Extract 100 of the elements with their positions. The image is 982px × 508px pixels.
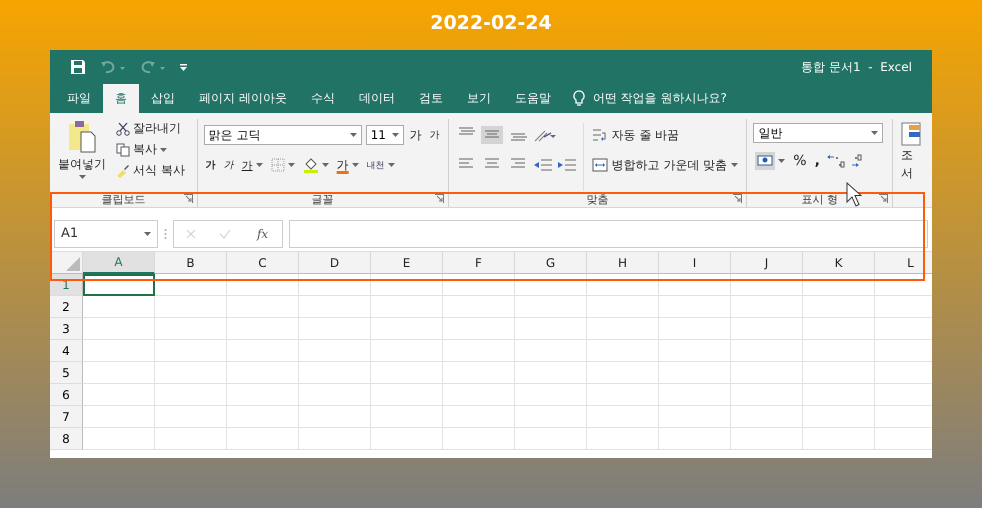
grid-cell[interactable] xyxy=(227,274,299,296)
grid-cell[interactable] xyxy=(515,362,587,384)
grow-font-button[interactable]: 가 xyxy=(408,126,424,144)
grid-cell[interactable] xyxy=(227,428,299,450)
name-box[interactable]: A1 xyxy=(54,220,158,248)
grid-cell[interactable] xyxy=(83,406,155,428)
column-header[interactable]: F xyxy=(443,252,515,274)
grid-cell[interactable] xyxy=(83,296,155,318)
dialog-launcher-icon[interactable] xyxy=(733,194,742,203)
grid-cell[interactable] xyxy=(803,384,875,406)
active-cell[interactable] xyxy=(83,274,155,296)
grid-cell[interactable] xyxy=(515,274,587,296)
grid-cell[interactable] xyxy=(227,318,299,340)
grid-cell[interactable] xyxy=(83,318,155,340)
grid-cell[interactable] xyxy=(659,296,731,318)
row-header[interactable]: 8 xyxy=(50,428,83,450)
column-header[interactable]: E xyxy=(371,252,443,274)
grid-cell[interactable] xyxy=(443,384,515,406)
ribbon-tab[interactable]: 홈 xyxy=(103,84,139,113)
ribbon-tab[interactable]: 데이터 xyxy=(346,84,407,113)
shrink-font-button[interactable]: 가 xyxy=(428,127,442,143)
row-header[interactable]: 2 xyxy=(50,296,83,318)
grid-cell[interactable] xyxy=(227,340,299,362)
ribbon-tab[interactable]: 삽입 xyxy=(139,84,187,113)
grid-cell[interactable] xyxy=(659,362,731,384)
grid-cell[interactable] xyxy=(371,384,443,406)
grid-cell[interactable] xyxy=(227,384,299,406)
grid-cell[interactable] xyxy=(731,428,803,450)
grid-cell[interactable] xyxy=(659,318,731,340)
italic-button[interactable]: 가 xyxy=(222,157,236,173)
grid-cell[interactable] xyxy=(371,428,443,450)
grid-cell[interactable] xyxy=(83,340,155,362)
grid-cell[interactable] xyxy=(155,428,227,450)
grid-cell[interactable] xyxy=(731,362,803,384)
row-header[interactable]: 3 xyxy=(50,318,83,340)
grid-cell[interactable] xyxy=(803,428,875,450)
decrease-indent-icon[interactable] xyxy=(532,158,553,172)
dialog-launcher-icon[interactable] xyxy=(184,194,193,203)
grid-cell[interactable] xyxy=(155,384,227,406)
accounting-format-button[interactable] xyxy=(753,151,788,171)
percent-button[interactable]: % xyxy=(791,152,809,170)
grid-cell[interactable] xyxy=(587,296,659,318)
grid-cell[interactable] xyxy=(731,340,803,362)
column-header[interactable]: A xyxy=(83,252,155,274)
tell-me-field[interactable]: 어떤 작업을 원하시나요? xyxy=(592,90,727,107)
grid-cell[interactable] xyxy=(587,384,659,406)
grid-cell[interactable] xyxy=(731,384,803,406)
column-header[interactable]: J xyxy=(731,252,803,274)
grid-cell[interactable] xyxy=(515,406,587,428)
number-format-dropdown[interactable]: 일반 xyxy=(753,123,884,143)
grid-cell[interactable] xyxy=(587,274,659,296)
grid-cell[interactable] xyxy=(155,318,227,340)
row-header[interactable]: 7 xyxy=(50,406,83,428)
grid-cell[interactable] xyxy=(731,274,803,296)
insert-function-button[interactable]: fx xyxy=(254,226,270,242)
row-header[interactable]: 5 xyxy=(50,362,83,384)
grid-cell[interactable] xyxy=(515,318,587,340)
column-header[interactable]: K xyxy=(803,252,875,274)
bold-button[interactable]: 가 xyxy=(204,157,218,173)
grid-cell[interactable] xyxy=(371,362,443,384)
grid-cell[interactable] xyxy=(155,274,227,296)
grid-cell[interactable] xyxy=(515,384,587,406)
grid-cell[interactable] xyxy=(155,362,227,384)
grid-cell[interactable] xyxy=(299,428,371,450)
grid-cell[interactable] xyxy=(299,406,371,428)
grid-cell[interactable] xyxy=(515,340,587,362)
grid-cell[interactable] xyxy=(83,384,155,406)
grid-cell[interactable] xyxy=(443,428,515,450)
ribbon-tab[interactable]: 페이지 레이아웃 xyxy=(187,84,299,113)
ribbon-tab[interactable]: 파일 xyxy=(55,84,103,113)
ribbon-tab[interactable]: 검토 xyxy=(406,84,455,113)
grid-cell[interactable] xyxy=(227,296,299,318)
font-size-dropdown[interactable]: 11 xyxy=(366,125,404,145)
grid-cell[interactable] xyxy=(155,340,227,362)
grid-cell[interactable] xyxy=(371,274,443,296)
grid-cell[interactable] xyxy=(371,406,443,428)
grid-cell[interactable] xyxy=(659,274,731,296)
grid-cell[interactable] xyxy=(515,428,587,450)
grid-cell[interactable] xyxy=(227,406,299,428)
grid-cell[interactable] xyxy=(227,362,299,384)
column-header[interactable]: I xyxy=(659,252,731,274)
grid-cell[interactable] xyxy=(803,274,875,296)
font-name-dropdown[interactable]: 맑은 고딕 xyxy=(204,125,362,145)
grid-cell[interactable] xyxy=(371,318,443,340)
paste-button[interactable]: 붙여넣기 xyxy=(56,119,108,191)
grid-cell[interactable] xyxy=(731,296,803,318)
phonetic-button[interactable]: 내천 xyxy=(364,158,397,172)
merge-center-button[interactable]: 병합하고 가운데 맞춤 xyxy=(590,153,740,177)
grid-cell[interactable] xyxy=(803,318,875,340)
customize-menu-icon[interactable] xyxy=(180,63,188,71)
grid-cell[interactable] xyxy=(587,406,659,428)
grid-cell[interactable] xyxy=(659,406,731,428)
column-header[interactable]: C xyxy=(227,252,299,274)
row-header[interactable]: 6 xyxy=(50,384,83,406)
grid-cell[interactable] xyxy=(371,296,443,318)
grid-cell[interactable] xyxy=(587,340,659,362)
grid-cell[interactable] xyxy=(83,428,155,450)
column-header[interactable]: D xyxy=(299,252,371,274)
dialog-launcher-icon[interactable] xyxy=(878,194,888,203)
column-header[interactable]: B xyxy=(155,252,227,274)
